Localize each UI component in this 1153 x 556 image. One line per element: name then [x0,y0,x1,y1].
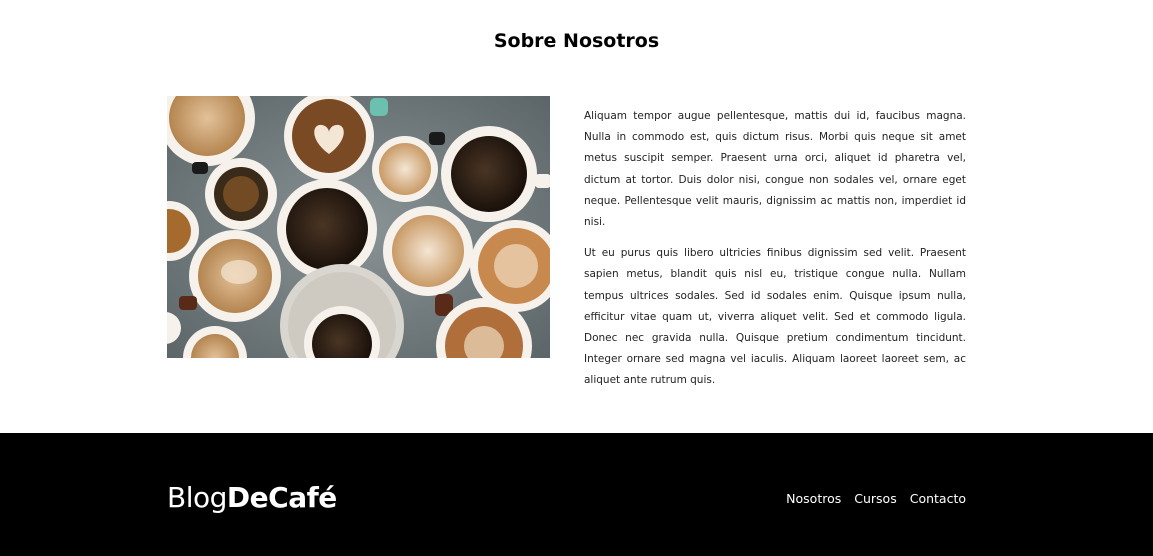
about-paragraph: Ut eu purus quis libero ultricies finibu… [584,247,966,387]
footer: BlogDeCafé Nosotros Cursos Contacto [0,433,1153,556]
section-title: Sobre Nosotros [493,29,660,52]
footer-nav-nosotros[interactable]: Nosotros [786,491,841,506]
logo-bold-text: DeCafé [226,481,337,514]
footer-nav: Nosotros Cursos Contacto [786,491,966,506]
footer-logo[interactable]: BlogDeCafé [167,481,337,514]
footer-nav-cursos[interactable]: Cursos [854,491,896,506]
about-text: Aliquam tempor augue pellentesque, matti… [584,106,966,402]
logo-light-text: Blog [167,481,227,514]
footer-nav-contacto[interactable]: Contacto [910,491,966,506]
page: Sobre Nosotros Aliquam tempor augue pell… [0,0,1153,556]
about-image [167,96,550,358]
about-paragraph: Aliquam tempor augue pellentesque, matti… [584,110,966,229]
cup-black-center [277,179,377,279]
